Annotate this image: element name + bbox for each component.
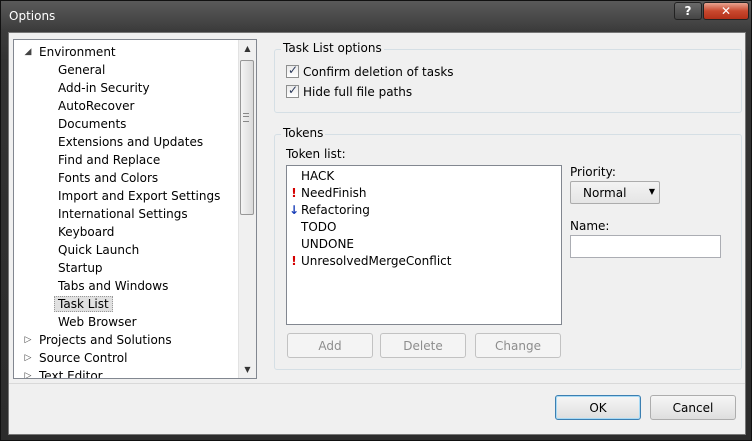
hide-paths-label[interactable]: Hide full file paths: [303, 85, 412, 99]
tree-item[interactable]: ▷ Source Control: [25, 350, 128, 367]
title-bar: Options ? ✕: [1, 1, 751, 31]
token-list-item[interactable]: TODO: [287, 219, 557, 236]
tree-item[interactable]: International Settings: [58, 206, 188, 223]
footer-divider: [9, 383, 745, 384]
tree-item-label: Quick Launch: [58, 243, 140, 257]
normal-priority-icon: [287, 219, 301, 236]
tree-scrollbar[interactable]: ▲ ▼: [238, 40, 256, 378]
token-label: HACK: [301, 169, 335, 183]
tree-item[interactable]: ▷ Text Editor: [25, 368, 103, 379]
scroll-down-icon[interactable]: ▼: [239, 361, 256, 378]
tree-item-label: Fonts and Colors: [58, 171, 159, 185]
check-icon: ✓: [287, 83, 299, 97]
task-list-options-title: Task List options: [281, 41, 384, 55]
tree-item[interactable]: Startup: [58, 260, 103, 277]
delete-button[interactable]: Delete: [380, 333, 466, 358]
name-label: Name:: [570, 219, 610, 233]
tree-item-label: Web Browser: [58, 315, 137, 329]
cancel-button[interactable]: Cancel: [650, 395, 736, 420]
tree-item[interactable]: Fonts and Colors: [58, 170, 158, 187]
tree-item[interactable]: General: [58, 62, 105, 79]
check-icon: ✓: [287, 63, 299, 77]
help-button[interactable]: ?: [674, 2, 702, 20]
options-tree[interactable]: ◢ Environment General Add-in Security AutoRe…: [13, 39, 257, 379]
high-priority-icon: !: [291, 186, 297, 200]
confirm-deletion-label[interactable]: Confirm deletion of tasks: [303, 65, 454, 79]
scroll-up-icon[interactable]: ▲: [239, 40, 256, 57]
token-list[interactable]: HACK! NeedFinish ↓ Refactoring TODO UNDONE! Un…: [286, 165, 562, 325]
tree-item-label: Documents: [58, 117, 127, 131]
expand-arrow-icon[interactable]: ▷: [23, 368, 33, 378]
tree-item-label: Projects and Solutions: [39, 333, 172, 347]
high-priority-icon: !: [291, 254, 297, 268]
tree-item[interactable]: Web Browser: [58, 314, 137, 331]
scroll-grip-icon: [243, 113, 249, 122]
low-priority-icon: ↓: [288, 203, 300, 217]
tree-item-label: General: [58, 63, 106, 77]
tree-item[interactable]: Find and Replace: [58, 152, 160, 169]
expand-arrow-icon[interactable]: ▷: [23, 350, 33, 367]
normal-priority-icon: [287, 168, 301, 185]
tree-item-label: AutoRecover: [58, 99, 135, 113]
tree-item-label: Keyboard: [58, 225, 115, 239]
dialog-body: ◢ Environment General Add-in Security AutoRe…: [8, 32, 746, 435]
token-label: TODO: [301, 220, 337, 234]
tree-item-label: Tabs and Windows: [58, 279, 169, 293]
tree-item[interactable]: ▷ Projects and Solutions: [25, 332, 172, 349]
add-button[interactable]: Add: [287, 333, 373, 358]
token-list-item[interactable]: ! NeedFinish: [287, 185, 557, 202]
checkbox-box[interactable]: ✓: [286, 83, 299, 98]
confirm-deletion-checkbox[interactable]: ✓ Confirm deletion of tasks: [286, 63, 454, 80]
tree-item[interactable]: Add-in Security: [58, 80, 150, 97]
collapse-arrow-icon[interactable]: ◢: [23, 44, 33, 61]
hide-paths-checkbox[interactable]: ✓ Hide full file paths: [286, 83, 412, 100]
chevron-down-icon: ▼: [648, 187, 655, 196]
tree-item[interactable]: Tabs and Windows: [58, 278, 168, 295]
tokens-title: Tokens: [281, 126, 326, 140]
window-title: Options: [9, 9, 56, 23]
token-label: UNDONE: [301, 237, 355, 251]
tree-item[interactable]: AutoRecover: [58, 98, 134, 115]
tree-item[interactable]: Documents: [58, 116, 126, 133]
checkbox-box[interactable]: ✓: [286, 63, 299, 78]
priority-select[interactable]: Normal ▼: [570, 181, 660, 204]
name-input[interactable]: [570, 235, 721, 258]
tree-item-label: Extensions and Updates: [58, 135, 204, 149]
tree-item[interactable]: Keyboard: [58, 224, 114, 241]
tree-item-label: Environment: [39, 45, 116, 59]
token-label: Refactoring: [301, 203, 370, 217]
task-list-options-group: Task List options: [274, 41, 742, 113]
tree-item-label: International Settings: [58, 207, 188, 221]
token-label: NeedFinish: [301, 186, 367, 200]
token-list-item[interactable]: HACK: [287, 168, 557, 185]
tree-item[interactable]: Task List: [54, 296, 113, 313]
priority-value: Normal: [583, 186, 627, 200]
tree-item-label: Source Control: [39, 351, 128, 365]
options-dialog: Options ? ✕ ◢ Environment General Add-in Se…: [0, 0, 752, 441]
token-label: UnresolvedMergeConflict: [301, 254, 452, 268]
tree-item[interactable]: Import and Export Settings: [58, 188, 220, 205]
tree-item-label: Add-in Security: [58, 81, 150, 95]
ok-button[interactable]: OK: [555, 395, 641, 420]
token-list-item[interactable]: ! UnresolvedMergeConflict: [287, 253, 557, 270]
tree-item[interactable]: Extensions and Updates: [58, 134, 203, 151]
token-list-item[interactable]: UNDONE: [287, 236, 557, 253]
tree-item-label: Import and Export Settings: [58, 189, 221, 203]
close-button[interactable]: ✕: [703, 2, 749, 20]
expand-arrow-icon[interactable]: ▷: [23, 332, 33, 349]
tree-item-label: Find and Replace: [58, 153, 161, 167]
priority-label: Priority:: [570, 165, 616, 179]
tree-item-label: Startup: [58, 261, 103, 275]
tree-item-label: Task List: [54, 296, 113, 312]
tree-item[interactable]: Quick Launch: [58, 242, 139, 259]
tree-item[interactable]: ◢ Environment: [25, 44, 116, 61]
token-list-label: Token list:: [286, 147, 346, 161]
token-list-item[interactable]: ↓ Refactoring: [287, 202, 557, 219]
tree-item-label: Text Editor: [39, 369, 103, 379]
scroll-thumb[interactable]: [240, 60, 254, 215]
change-button[interactable]: Change: [475, 333, 561, 358]
normal-priority-icon: [287, 236, 301, 253]
